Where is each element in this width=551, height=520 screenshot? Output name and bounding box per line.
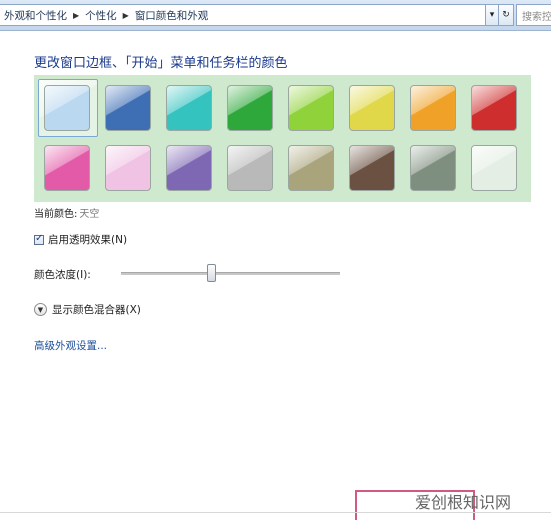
advanced-appearance-link[interactable]: 高级外观设置... — [34, 338, 107, 353]
color-swatch[interactable] — [349, 145, 395, 191]
search-input[interactable]: 搜索控 — [516, 4, 551, 26]
color-swatch[interactable] — [471, 145, 517, 191]
page-title: 更改窗口边框、「开始」菜单和任务栏的颜色 — [34, 56, 288, 71]
chevron-down-icon[interactable]: ▼ — [34, 303, 47, 316]
color-mixer-toggle[interactable]: ▼ 显示颜色混合器(X) — [34, 302, 141, 317]
current-color-value: 天空 — [79, 209, 100, 220]
watermark-text: 爱创根知识网 — [415, 493, 512, 512]
breadcrumb-separator-icon[interactable]: ▶ — [123, 11, 129, 20]
color-swatch[interactable] — [349, 85, 395, 131]
color-swatch[interactable] — [410, 145, 456, 191]
address-bar: 外观和个性化 ▶ 个性化 ▶ 窗口颜色和外观 ▾ ↻ 搜索控 — [0, 0, 551, 31]
breadcrumb-item-window-color[interactable]: 窗口颜色和外观 — [135, 8, 209, 23]
current-color: 当前颜色: 天空 — [34, 205, 99, 220]
address-dropdown-icon[interactable]: ▾ — [486, 4, 499, 26]
color-swatch[interactable] — [105, 145, 151, 191]
color-intensity-label: 颜色浓度(I): — [34, 269, 91, 281]
color-swatch[interactable] — [166, 145, 212, 191]
current-color-label: 当前颜色: — [34, 209, 78, 220]
color-swatch[interactable] — [105, 85, 151, 131]
transparency-label[interactable]: 启用透明效果(N) — [48, 232, 127, 247]
breadcrumb[interactable]: 外观和个性化 ▶ 个性化 ▶ 窗口颜色和外观 — [0, 4, 486, 26]
color-intensity-slider[interactable] — [121, 272, 340, 275]
color-swatch[interactable] — [288, 85, 334, 131]
color-swatch[interactable] — [410, 85, 456, 131]
color-mixer-label[interactable]: 显示颜色混合器(X) — [52, 302, 141, 317]
divider — [0, 512, 551, 513]
color-intensity-slider-thumb[interactable] — [207, 264, 216, 282]
color-swatch[interactable] — [227, 85, 273, 131]
color-swatch[interactable] — [44, 145, 90, 191]
color-swatch-panel — [34, 75, 531, 202]
transparency-option[interactable]: 启用透明效果(N) — [34, 232, 127, 247]
color-swatch[interactable] — [227, 145, 273, 191]
transparency-checkbox[interactable] — [34, 233, 44, 245]
color-swatch[interactable] — [166, 85, 212, 131]
breadcrumb-item-appearance[interactable]: 外观和个性化 — [4, 8, 67, 23]
color-swatch[interactable] — [44, 85, 90, 131]
color-swatch[interactable] — [471, 85, 517, 131]
refresh-icon[interactable]: ↻ — [499, 4, 514, 26]
breadcrumb-item-personalization[interactable]: 个性化 — [85, 8, 117, 23]
color-swatch[interactable] — [288, 145, 334, 191]
breadcrumb-separator-icon[interactable]: ▶ — [73, 11, 79, 20]
